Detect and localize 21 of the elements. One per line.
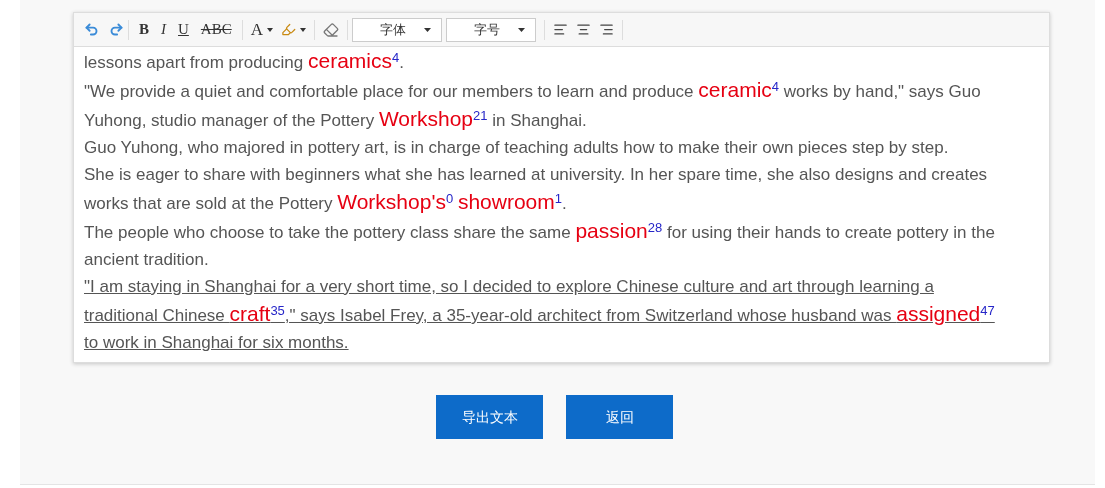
- redo-icon[interactable]: [109, 22, 124, 37]
- caret-icon: [518, 27, 525, 32]
- caret-icon: [424, 27, 431, 32]
- paragraph: The people who choose to take the pottery class share the same passion$^{28}$ for using their hands to create pottery in the ancient tradition.: [84, 218, 996, 271]
- export-button[interactable]: 导出文本: [436, 395, 543, 439]
- undo-icon[interactable]: [84, 22, 99, 37]
- italic-button[interactable]: I: [155, 18, 172, 41]
- bold-button[interactable]: B: [133, 18, 155, 41]
- paragraph: lessons apart from producing ceramics$^{4}$.: [84, 48, 405, 74]
- font-select[interactable]: 字体: [352, 17, 442, 42]
- caret-icon: [267, 27, 273, 32]
- underline-button[interactable]: U: [172, 18, 195, 41]
- paragraph: "We provide a quiet and comfortable place for our members to learn and produce ceramic$^{4}$ works by hand," says Guo Yuhong, studio manager of the Pottery Workshop$^{21}$ in Shanghai.: [84, 77, 982, 132]
- paragraph: Guo Yuhong, who majored in pottery art, is in charge of teaching adults how to make their own pieces step by step.: [84, 137, 950, 159]
- paragraph: "I am staying in Shanghai for a very short time, so I decided to explore Chinese culture and art through learning a traditional Chinese craft$^{35}$," says Isabel Frey, a 35-year-old architect from Switzerland whose husband was assigned$^{47}$ to work in Shanghai for six months.: [84, 276, 996, 354]
- caret-icon: [300, 27, 306, 32]
- font-color-button[interactable]: A: [246, 16, 277, 43]
- back-button[interactable]: 返回: [566, 395, 673, 439]
- paragraph: She is eager to share with beginners what she has learned at university. In her spare time, she also designs and creates works that are sold at the Pottery Workshop's$^{0}$ showroom$^{1}$.: [84, 164, 989, 215]
- strikethrough-button[interactable]: ABC: [194, 18, 238, 41]
- size-select[interactable]: 字号: [446, 17, 536, 42]
